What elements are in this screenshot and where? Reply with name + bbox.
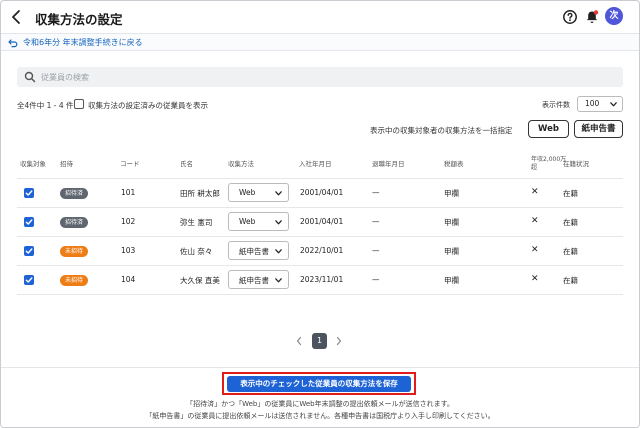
search-input[interactable] [41,67,621,87]
table-row: 招待済 101 田所 耕太郎 Web 2001/04/01 — 甲欄 ✕ 在籍 [17,178,623,207]
per-page-select[interactable]: 100 [577,96,623,112]
close-icon: ✕ [531,245,539,255]
hire-date: 2023/11/01 [300,275,344,284]
check-icon [25,277,33,283]
chevron-down-icon [275,278,282,283]
result-count: 全4件中 1 - 4 件 [17,101,74,110]
col-header-hire-date: 入社年月日 [299,160,332,168]
col-header-method: 収集方法 [228,160,254,168]
employee-code: 103 [121,246,136,255]
breadcrumb-bar: 令和6年分 年末調整手続きに戻る [1,33,639,51]
bulk-assign-label: 表示中の収集対象者の収集方法を一括指定 [370,126,513,135]
employee-name: 大久保 直美 [180,276,220,285]
col-header-target: 収集対象 [20,160,46,168]
retire-date: — [372,217,380,226]
method-value: 紙申告書 [239,276,269,285]
invite-badge: 未招待 [60,246,89,257]
col-header-code: コード [120,160,140,168]
method-value: Web [239,188,256,197]
bulk-web-button[interactable]: Web [528,120,569,138]
back-to-year-end-link[interactable]: 令和6年分 年末調整手続きに戻る [8,37,143,48]
row-select-checkbox[interactable] [24,188,34,198]
table-row: 未招待 104 大久保 直美 紙申告書 2023/11/01 — 甲欄 ✕ 在籍 [17,265,623,295]
employment-status: 在籍 [563,189,578,198]
invite-badge: 招待済 [60,217,89,228]
breadcrumb-label: 令和6年分 年末調整手続きに戻る [23,38,143,47]
chevron-left-icon[interactable] [295,336,303,346]
chevron-down-icon [610,102,617,107]
page-header: 収集方法の設定 次 [1,1,639,33]
help-icon[interactable] [562,9,578,25]
row-select-checkbox[interactable] [24,275,34,285]
employee-code: 104 [121,275,136,284]
chevron-down-icon [275,220,282,225]
method-select[interactable]: 紙申告書 [228,270,289,289]
row-select-checkbox[interactable] [24,217,34,227]
employee-name: 佐山 奈々 [180,247,213,256]
tax-table: 甲欄 [444,247,459,256]
employee-name: 田所 耕太郎 [180,189,220,198]
retire-date: — [372,275,380,284]
employment-status: 在籍 [563,276,578,285]
check-icon [25,190,33,196]
method-select[interactable]: Web [228,183,289,202]
hire-date: 2001/04/01 [300,188,344,197]
method-value: 紙申告書 [239,247,269,256]
avatar[interactable]: 次 [605,7,623,25]
close-icon: ✕ [531,187,539,197]
employee-code: 102 [121,217,136,226]
undo-arrow-icon [8,38,18,47]
method-value: Web [239,217,256,226]
page-title: 収集方法の設定 [35,12,123,27]
employment-status: 在籍 [563,247,578,256]
hire-date: 2001/04/01 [300,217,344,226]
chevron-down-icon [275,249,282,254]
col-header-retire-date: 退職年月日 [372,160,405,168]
row-select-checkbox[interactable] [24,246,34,256]
retire-date: — [372,246,380,255]
app-window: 収集方法の設定 次 令和6年分 年末調整手続きに戻る 全4件中 1 - 4 件 … [0,0,640,428]
back-chevron-icon[interactable] [9,8,25,26]
method-select[interactable]: Web [228,212,289,231]
col-header-invite: 招待 [60,160,73,168]
tax-table: 甲欄 [444,189,459,198]
method-select[interactable]: 紙申告書 [228,241,289,260]
footer-note-web: 「招待済」かつ「Web」の従業員にWeb年末調整の提出依頼メールが送信されます。 [186,400,454,408]
bulk-paper-button[interactable]: 紙申告書 [574,120,623,138]
check-icon [25,219,33,225]
save-methods-button[interactable]: 表示中のチェックした従業員の収集方法を保存 [227,376,411,392]
bell-icon[interactable] [584,9,600,25]
invite-badge: 招待済 [60,188,89,199]
per-page-value: 100 [585,99,600,108]
col-header-status: 在籍状況 [563,160,589,168]
employee-code: 101 [121,188,136,197]
tax-table: 甲欄 [444,218,459,227]
col-header-tax-table: 税額表 [444,160,464,168]
current-page-button[interactable]: 1 [312,333,327,349]
table-row: 未招待 103 佐山 奈々 紙申告書 2022/10/01 — 甲欄 ✕ 在籍 [17,236,623,265]
check-icon [25,248,33,254]
configured-filter-label: 収集方法の設定済みの従業員を表示 [88,101,208,110]
per-page-label: 表示件数 [542,101,570,109]
retire-date: — [372,188,380,197]
table-row: 招待済 102 弥生 憲司 Web 2001/04/01 — 甲欄 ✕ 在籍 [17,207,623,236]
configured-filter-checkbox[interactable] [74,99,84,109]
hire-date: 2022/10/01 [300,246,344,255]
chevron-right-icon[interactable] [335,336,343,346]
close-icon: ✕ [531,216,539,226]
chevron-down-icon [275,191,282,196]
tax-table: 甲欄 [444,276,459,285]
col-header-name: 氏名 [180,160,193,168]
employee-name: 弥生 憲司 [180,218,213,227]
footer-note-paper: 「紙申告書」の従業員に提出依頼メールは送信されません。各種申告書は国税庁より入手… [145,412,495,420]
employment-status: 在籍 [563,218,578,227]
close-icon: ✕ [531,274,539,284]
invite-badge: 未招待 [60,275,89,286]
